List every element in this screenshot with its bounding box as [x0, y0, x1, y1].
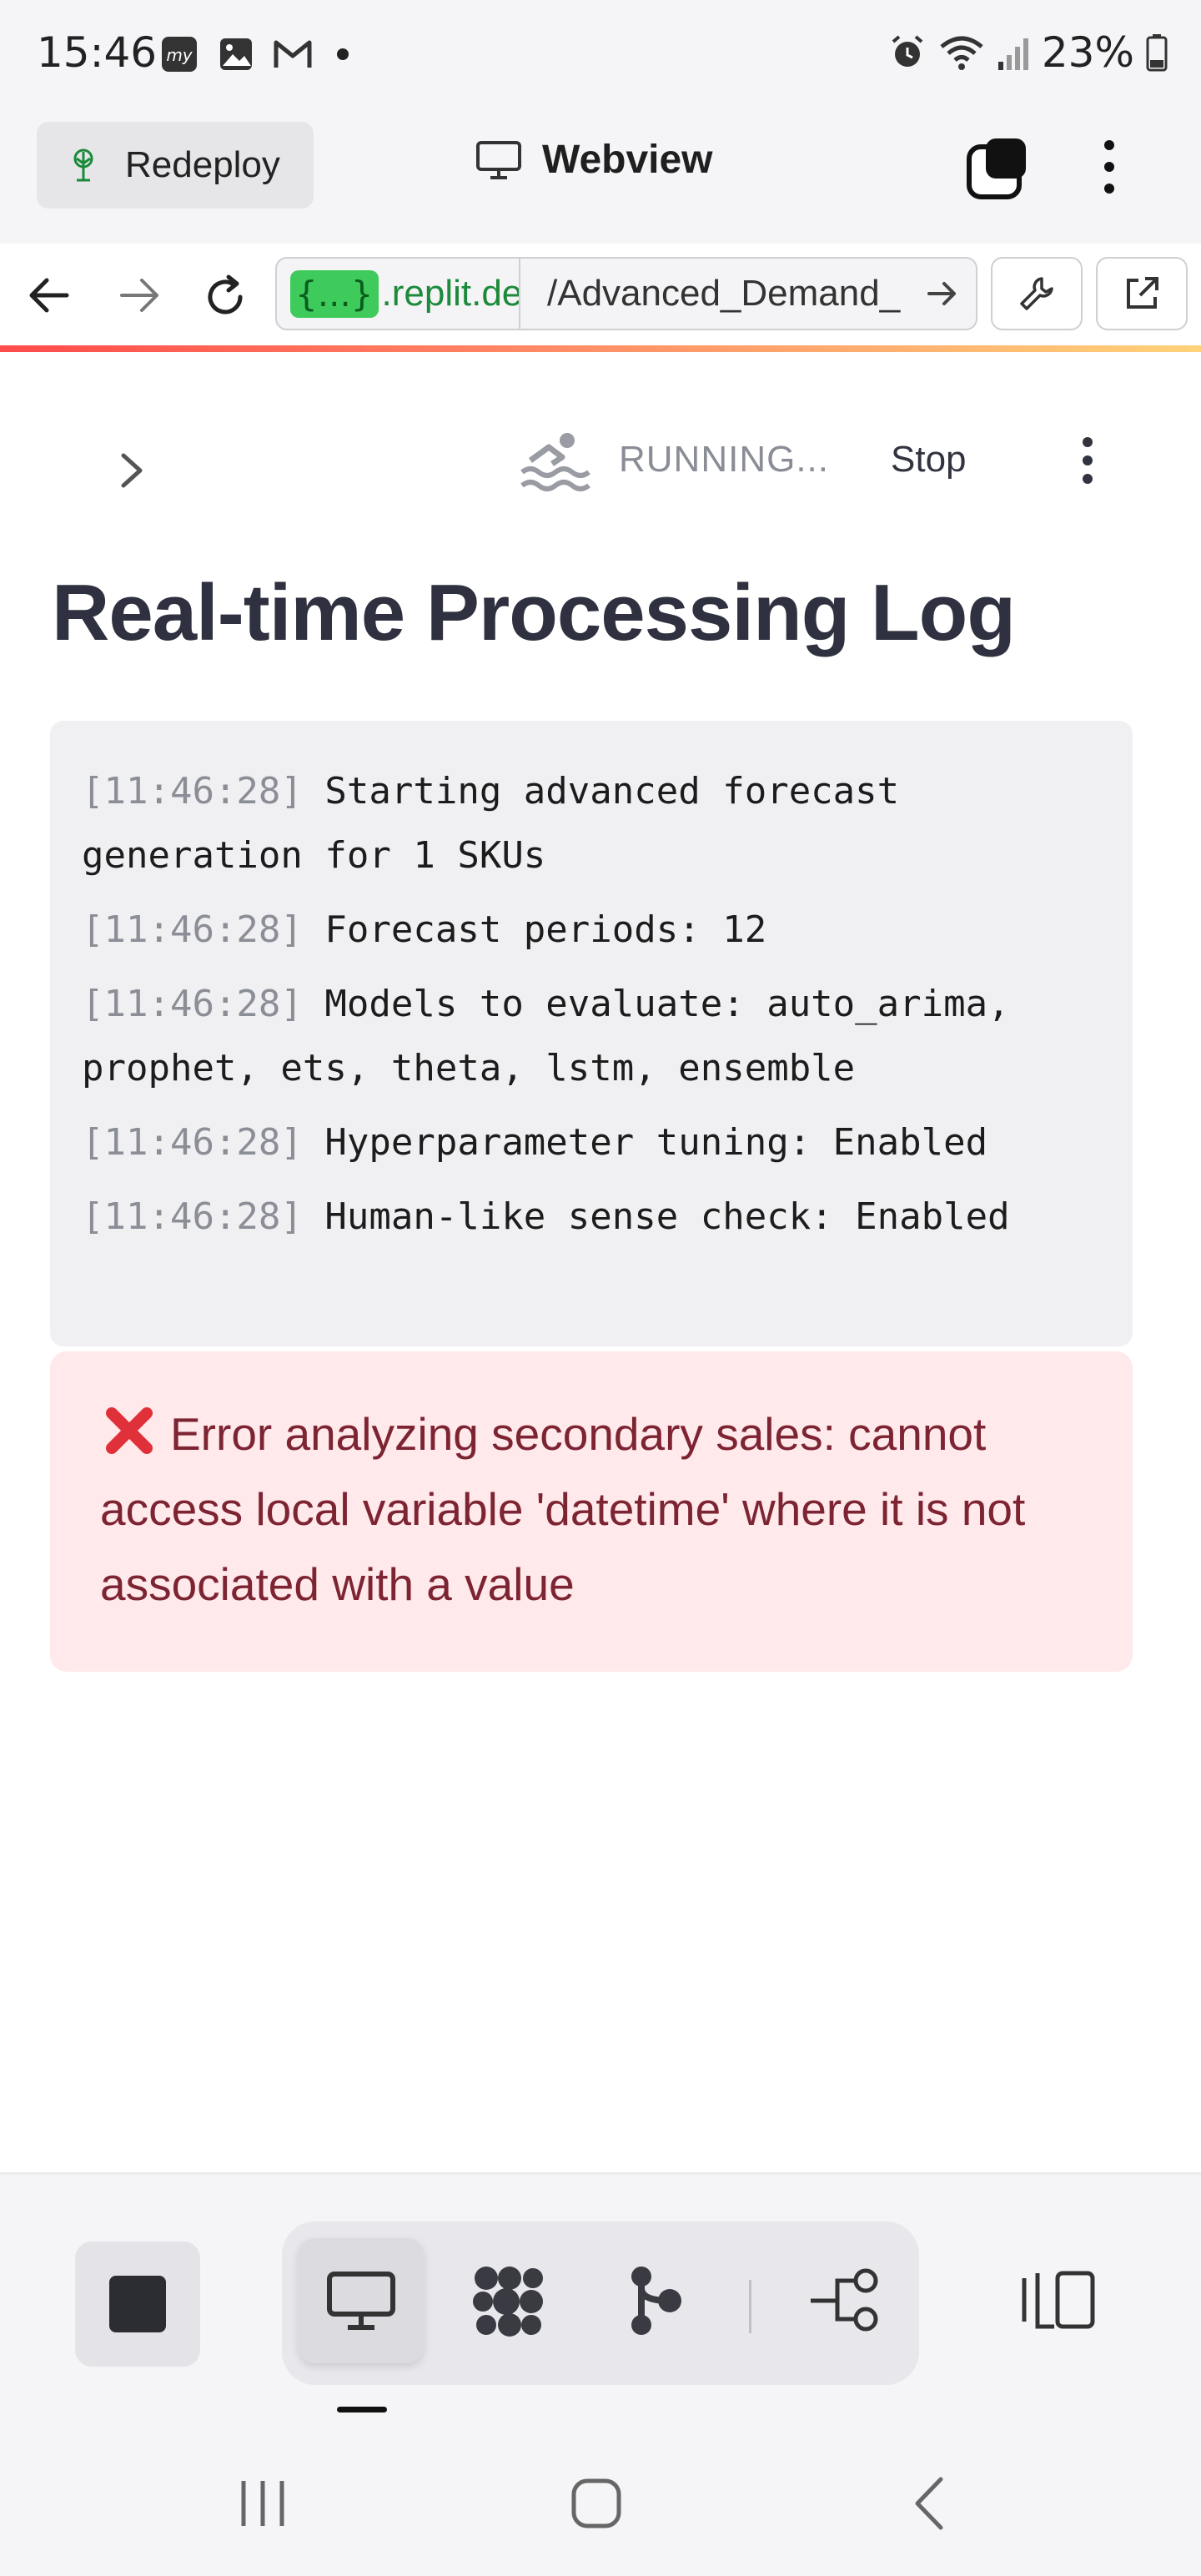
processing-log: [11:46:28] Starting advanced forecast ge…	[50, 721, 1133, 1346]
log-timestamp: [11:46:28]	[82, 908, 303, 951]
external-link-icon	[1127, 277, 1158, 309]
go-arrow-icon[interactable]	[924, 275, 961, 316]
wifi-icon	[940, 36, 983, 70]
battery-icon	[1146, 34, 1168, 72]
url-host-badge: {...}	[290, 269, 379, 318]
log-timestamp: [11:46:28]	[82, 1121, 303, 1164]
url-host: {...} .replit.de	[277, 259, 520, 329]
gallery-icon	[215, 33, 257, 75]
gmail-icon	[272, 33, 314, 75]
error-alert: Error analyzing secondary sales: cannot …	[50, 1351, 1133, 1672]
agent-pane-button[interactable]	[445, 2238, 570, 2363]
agent-icon	[473, 2267, 543, 2337]
toolbar-separator	[749, 2280, 751, 2333]
wrench-icon	[1020, 277, 1053, 310]
clock: 15:46	[37, 28, 158, 77]
error-x-icon	[106, 1407, 153, 1454]
signal-icon	[997, 38, 1028, 70]
devtools-button[interactable]	[991, 257, 1083, 330]
log-line: [11:46:28] Starting advanced forecast ge…	[82, 759, 1101, 888]
loading-accent-bar	[0, 345, 1201, 352]
stop-button[interactable]: Stop	[891, 439, 967, 480]
monitor-icon	[476, 140, 521, 179]
log-message: Human-like sense check: Enabled	[302, 1195, 1010, 1238]
webview-tab[interactable]: Webview	[475, 137, 713, 183]
notification-dot	[337, 48, 349, 60]
error-message: Error analyzing secondary sales: cannot …	[100, 1408, 1026, 1610]
workflow-pane-button[interactable]	[782, 2238, 907, 2363]
more-options-icon[interactable]	[1093, 133, 1126, 204]
open-new-tab-button[interactable]	[1096, 257, 1188, 330]
monitor-icon	[327, 2272, 395, 2330]
back-nav-icon[interactable]	[909, 2474, 951, 2537]
myjio-icon: my	[158, 33, 200, 75]
log-line: [11:46:28] Hyperparameter tuning: Enable…	[82, 1110, 1101, 1175]
side-panel-icon[interactable]	[1019, 2267, 1099, 2337]
battery-percent: 23%	[1041, 28, 1134, 77]
system-navigation-bar	[0, 2419, 1201, 2576]
error-text-block: Error analyzing secondary sales: cannot …	[100, 1396, 1083, 1622]
log-line: [11:46:28] Models to evaluate: auto_arim…	[82, 972, 1101, 1100]
stop-square-icon	[109, 2276, 166, 2332]
svg-text:my: my	[166, 45, 193, 65]
webview-label: Webview	[542, 138, 713, 182]
url-bar: {...} .replit.de /Advanced_Demand_	[0, 244, 1201, 347]
swimmer-icon	[519, 429, 590, 500]
pane-switcher	[282, 2221, 919, 2385]
log-message: Hyperparameter tuning: Enabled	[302, 1121, 988, 1164]
url-path: /Advanced_Demand_	[547, 273, 901, 314]
log-line: [11:46:28] Human-like sense check: Enabl…	[82, 1185, 1101, 1249]
forward-icon[interactable]	[113, 272, 163, 323]
redeploy-label: Redeploy	[125, 144, 280, 185]
log-timestamp: [11:46:28]	[82, 983, 303, 1025]
branch-icon	[631, 2267, 681, 2335]
log-timestamp: [11:46:28]	[82, 1195, 303, 1238]
running-status: RUNNING...	[619, 439, 829, 480]
log-timestamp: [11:46:28]	[82, 770, 303, 813]
sidebar-expand-icon[interactable]	[113, 449, 150, 496]
stop-run-button[interactable]	[75, 2241, 200, 2367]
main-menu-icon[interactable]	[1071, 432, 1104, 495]
deploy-icon	[73, 148, 93, 182]
log-message: Forecast periods: 12	[302, 908, 767, 951]
back-icon[interactable]	[25, 272, 75, 323]
alarm-icon	[892, 35, 923, 67]
screen: { "status_bar": { "time": "15:46", "batt…	[0, 0, 1201, 2576]
workflow-icon	[811, 2268, 878, 2332]
url-field[interactable]: {...} .replit.de /Advanced_Demand_	[275, 257, 977, 330]
git-pane-button[interactable]	[594, 2238, 719, 2363]
reload-icon[interactable]	[200, 272, 250, 326]
log-line: [11:46:28] Forecast periods: 12	[82, 898, 1101, 962]
webview-pane-button[interactable]	[299, 2238, 424, 2363]
home-icon[interactable]	[567, 2474, 626, 2537]
app-header: RUNNING... Stop	[0, 352, 1201, 502]
status-bar: 15:46 my 23%	[0, 0, 1201, 108]
replit-toolbar: Redeploy Webview	[0, 108, 1201, 244]
active-pane-indicator	[337, 2407, 387, 2412]
url-host-text: .replit.de	[381, 273, 520, 314]
page-title: Real-time Processing Log	[52, 568, 1016, 657]
redeploy-button[interactable]: Redeploy	[37, 122, 314, 209]
recent-apps-icon[interactable]	[235, 2474, 290, 2537]
tabs-switcher-icon[interactable]	[964, 135, 1031, 206]
